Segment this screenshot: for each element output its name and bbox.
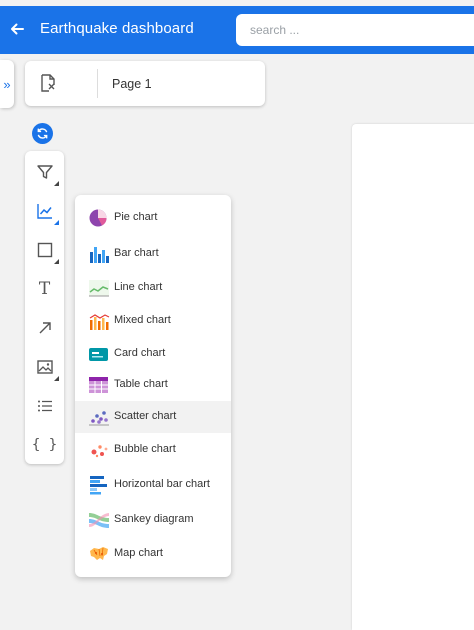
pie-chart-icon	[89, 209, 107, 227]
page-tab-divider	[97, 69, 98, 98]
menu-item-label: Bar chart	[114, 247, 159, 259]
menu-item-map-chart[interactable]: Map chart	[75, 538, 231, 570]
bubble-chart-icon	[91, 445, 108, 458]
filter-tool-button[interactable]	[29, 156, 60, 187]
submenu-indicator	[54, 376, 59, 381]
menu-item-mixed-chart[interactable]: Mixed chart	[75, 305, 231, 337]
sankey-diagram-icon	[89, 513, 109, 528]
line-chart-icon	[89, 280, 109, 297]
submenu-indicator	[54, 259, 59, 264]
menu-item-table-chart[interactable]: Table chart	[75, 369, 231, 401]
menu-item-label: Pie chart	[114, 211, 158, 223]
arrow-icon	[39, 321, 51, 333]
chart-icon	[36, 203, 52, 219]
menu-item-line-chart[interactable]: Line chart	[75, 272, 231, 304]
card-chart-icon	[89, 348, 108, 361]
text-tool-button[interactable]: T	[29, 273, 60, 304]
back-arrow-icon[interactable]	[6, 18, 28, 40]
submenu-indicator	[54, 220, 59, 225]
square-icon	[37, 242, 52, 257]
shape-tool-button[interactable]	[29, 234, 60, 265]
refresh-button[interactable]	[32, 123, 53, 144]
menu-item-label: Scatter chart	[114, 410, 177, 422]
submenu-indicator	[54, 181, 59, 186]
scatter-chart-icon	[89, 411, 109, 426]
horizontal-bar-chart-icon	[90, 476, 107, 495]
table-chart-icon	[89, 377, 108, 393]
image-tool-button[interactable]	[29, 351, 60, 382]
menu-item-label: Horizontal bar chart	[114, 478, 210, 490]
menu-item-scatter-chart[interactable]: Scatter chart	[75, 401, 231, 433]
filter-icon	[36, 164, 53, 179]
expand-sidebar-button[interactable]: »	[0, 60, 14, 108]
dashboard-canvas[interactable]	[352, 124, 474, 630]
dashboard-title: Earthquake dashboard	[40, 20, 194, 37]
widget-toolbar: T { }	[25, 151, 64, 464]
menu-item-bubble-chart[interactable]: Bubble chart	[75, 434, 231, 466]
page-tab[interactable]: Page 1	[25, 61, 265, 106]
list-tool-button[interactable]	[29, 390, 60, 421]
arrow-tool-button[interactable]	[29, 312, 60, 343]
menu-item-sankey-diagram[interactable]: Sankey diagram	[75, 504, 231, 536]
menu-item-card-chart[interactable]: Card chart	[75, 338, 231, 370]
menu-item-label: Card chart	[114, 347, 166, 359]
menu-item-label: Sankey diagram	[114, 513, 194, 525]
map-chart-icon	[90, 547, 108, 560]
braces-icon: { }	[31, 436, 58, 453]
refresh-icon	[37, 128, 48, 139]
code-tool-button[interactable]: { }	[29, 429, 60, 460]
app-header: Earthquake dashboard	[0, 6, 474, 54]
bar-chart-icon	[90, 247, 109, 263]
page-label: Page 1	[112, 77, 152, 91]
menu-item-label: Bubble chart	[114, 443, 176, 455]
menu-item-pie-chart[interactable]: Pie chart	[75, 202, 231, 234]
chart-type-menu: Pie chart Bar chart Line chart Mixed cha…	[75, 195, 231, 577]
menu-item-label: Mixed chart	[114, 314, 171, 326]
mixed-chart-icon	[89, 314, 110, 330]
chart-tool-button[interactable]	[29, 195, 60, 226]
image-icon	[36, 359, 53, 374]
menu-item-label: Line chart	[114, 281, 163, 293]
menu-item-label: Map chart	[114, 547, 163, 559]
add-page-icon[interactable]	[37, 73, 59, 95]
double-chevron-right-icon: »	[3, 76, 11, 92]
list-icon	[37, 400, 52, 411]
menu-item-bar-chart[interactable]: Bar chart	[75, 238, 231, 270]
text-icon: T	[38, 278, 51, 299]
search-input[interactable]	[236, 14, 474, 46]
menu-item-label: Table chart	[114, 378, 168, 390]
menu-item-horizontal-bar-chart[interactable]: Horizontal bar chart	[75, 469, 231, 501]
